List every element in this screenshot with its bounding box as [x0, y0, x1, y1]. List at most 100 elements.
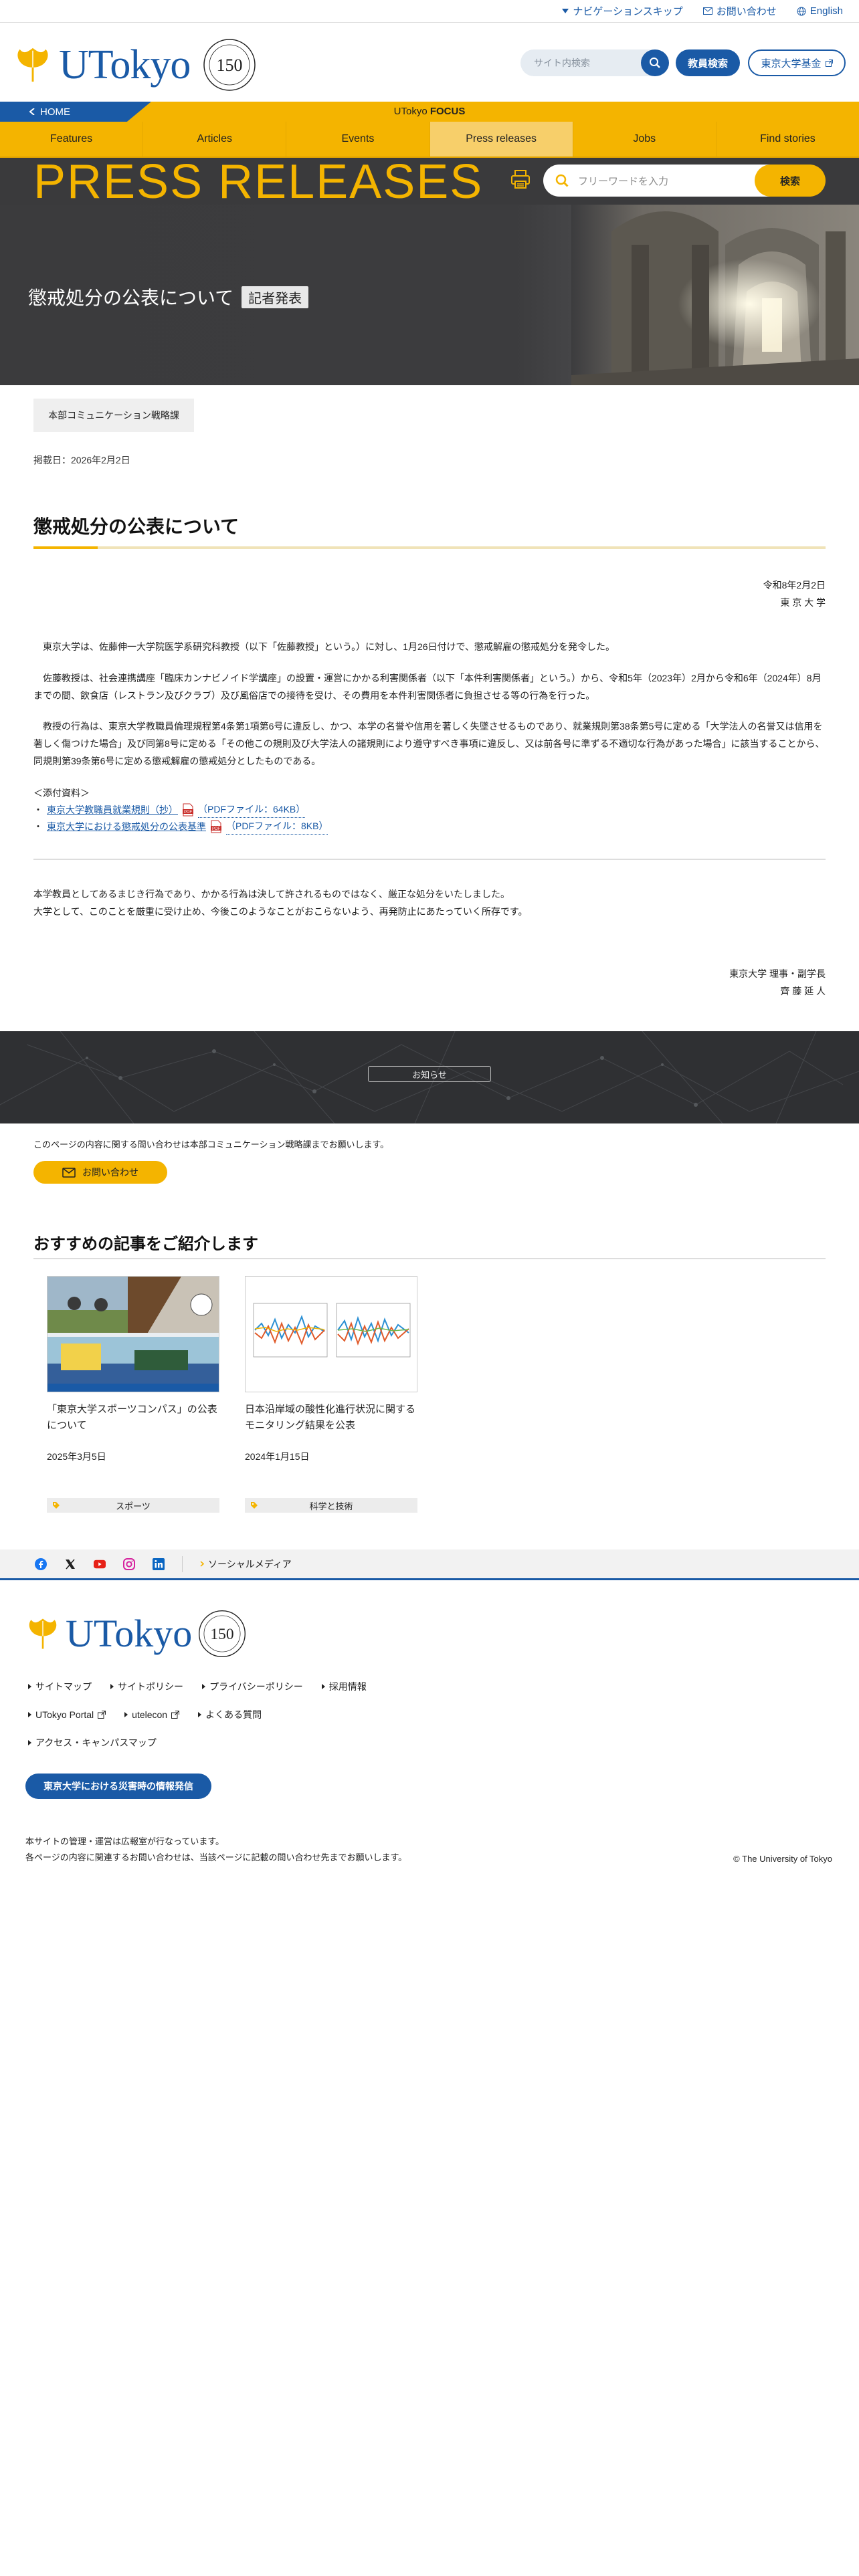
article-paragraph-2: 佐藤教授は、社会連携講座「臨床カンナビノイド学講座」の設置・運営にかかる利害関係… — [33, 673, 822, 701]
nav-item-events[interactable]: Events — [286, 122, 430, 156]
recommended-card[interactable]: 日本沿岸域の酸性化進行状況に関するモニタリング結果を公表 2024年1月15日 … — [245, 1276, 417, 1513]
footer-link[interactable]: サイトポリシー — [110, 1680, 183, 1693]
english-link[interactable]: English — [797, 5, 843, 17]
search-icon — [555, 174, 569, 187]
attachment-size: （PDFファイル：64KB） — [198, 801, 306, 818]
skip-nav-link[interactable]: ナビゲーションスキップ — [562, 4, 683, 18]
print-icon[interactable] — [510, 169, 531, 190]
press-conference-badge: 記者発表 — [242, 286, 309, 308]
nav-item-press-releases[interactable]: Press releases — [430, 122, 573, 156]
focus-bar: UTokyo FOCUS HOME — [0, 102, 859, 122]
social-media-label[interactable]: ソーシャルメディア — [200, 1558, 292, 1571]
triangle-bullet-icon — [321, 1684, 325, 1689]
article-hero: 懲戒処分の公表について 記者発表 — [0, 205, 859, 385]
footer-link[interactable]: UTokyo Portal — [28, 1708, 106, 1721]
svg-text:150: 150 — [217, 56, 243, 75]
attachment-link[interactable]: 東京大学教職員就業規則（抄） — [47, 802, 178, 818]
card-title: 日本沿岸域の酸性化進行状況に関するモニタリング結果を公表 — [245, 1404, 416, 1431]
article-dateline: 令和8年2月2日 東 京 大 学 — [763, 580, 826, 608]
home-link[interactable]: HOME — [0, 102, 151, 122]
nav-item-articles[interactable]: Articles — [143, 122, 287, 156]
attachments: ＜添付資料＞ ・ 東京大学教職員就業規則（抄） PDF （PDFファイル：64K… — [33, 785, 328, 835]
nav-item-jobs[interactable]: Jobs — [573, 122, 717, 156]
instagram-icon[interactable] — [123, 1558, 135, 1570]
chevron-left-icon — [29, 108, 35, 115]
attachment-size: （PDFファイル：8KB） — [226, 818, 328, 835]
attachment-row: ・ 東京大学における懲戒処分の公表基準 PDF （PDFファイル：8KB） — [33, 818, 328, 835]
footer-link[interactable]: プライバシーポリシー — [202, 1680, 303, 1693]
recommended-card[interactable]: 「東京大学スポーツコンパス」の公表について 2025年3月5日 スポーツ — [47, 1276, 219, 1513]
card-category[interactable]: 科学と技術 — [245, 1498, 417, 1513]
recommended-rule — [33, 1258, 826, 1259]
contact-note: このページの内容に関する問い合わせは本部コミュニケーション戦略課までお願いします… — [33, 1140, 389, 1150]
svg-text:PDF: PDF — [212, 827, 220, 831]
contact-link[interactable]: お問い合わせ — [702, 4, 777, 18]
card-date: 2024年1月15日 — [245, 1451, 310, 1462]
tag-icon — [53, 1502, 60, 1509]
article-divider — [33, 859, 826, 860]
signer: 東京大学 理事・副学長 齊 藤 延 人 — [729, 968, 826, 996]
triangle-bullet-icon — [28, 1684, 31, 1689]
footer-links-row-1: サイトマップ サイトポリシー プライバシーポリシー 採用情報 — [28, 1680, 367, 1693]
social-media-bar: ソーシャルメディア — [0, 1549, 859, 1580]
notice-band: お知らせ — [0, 1031, 859, 1123]
press-search-button[interactable]: 検索 — [755, 165, 826, 197]
hero-arcade-photo — [571, 205, 859, 385]
pdf-icon: PDF — [211, 820, 221, 833]
site-search-button[interactable] — [641, 49, 669, 76]
card-category[interactable]: スポーツ — [47, 1498, 219, 1513]
attachment-link[interactable]: 東京大学における懲戒処分の公表基準 — [47, 819, 206, 835]
svg-text:150: 150 — [211, 1626, 234, 1643]
external-link-icon — [98, 1711, 106, 1719]
department-tag[interactable]: 本部コミュニケーション戦略課 — [33, 399, 194, 432]
card-date: 2025年3月5日 — [47, 1451, 106, 1462]
footer-logo[interactable]: UTokyo 150 — [25, 1609, 247, 1658]
contact-button[interactable]: お問い合わせ — [33, 1161, 167, 1184]
main-nav: Features Articles Events Press releases Jobs… — [0, 122, 859, 158]
triangle-bullet-icon — [202, 1684, 205, 1689]
external-link-icon — [825, 59, 833, 67]
svg-text:PDF: PDF — [184, 811, 192, 815]
copyright: © The University of Tokyo — [733, 1854, 832, 1864]
mail-icon — [702, 7, 712, 15]
disaster-info-button[interactable]: 東京大学における災害時の情報発信 — [25, 1774, 211, 1799]
footer-link[interactable]: 採用情報 — [321, 1680, 367, 1693]
external-link-icon — [171, 1711, 180, 1719]
youtube-icon[interactable] — [94, 1558, 106, 1570]
article-paragraph-3: 教授の行為は、東京大学教職員倫理規程第4条第1項第6号に違反し、かつ、本学の名誉… — [33, 721, 825, 766]
notice-button[interactable]: お知らせ — [368, 1066, 491, 1082]
nav-item-find-stories[interactable]: Find stories — [717, 122, 859, 156]
recommended-heading: おすすめの記事をご紹介します — [33, 1235, 258, 1253]
chevron-right-icon — [200, 1561, 204, 1567]
footer-links-row-3: アクセス・キャンパスマップ — [28, 1736, 157, 1749]
facebook-icon[interactable] — [35, 1558, 47, 1570]
nav-item-features[interactable]: Features — [0, 122, 144, 156]
ginkgo-leaf-icon — [29, 1618, 57, 1649]
article-title: 懲戒処分の公表について — [33, 516, 240, 537]
caret-down-icon — [562, 8, 569, 13]
card-thumbnail — [245, 1276, 417, 1392]
utility-bar: ナビゲーションスキップ お問い合わせ English — [0, 0, 859, 23]
social-divider — [182, 1555, 183, 1572]
utokyo-logo[interactable]: UTokyo 150 — [13, 37, 257, 92]
triangle-bullet-icon — [110, 1684, 114, 1689]
footer-link[interactable]: サイトマップ — [28, 1680, 92, 1693]
x-icon[interactable] — [64, 1558, 76, 1570]
globe-icon — [797, 7, 806, 15]
tag-icon — [251, 1502, 258, 1509]
attachments-label: ＜添付資料＞ — [33, 788, 90, 798]
footer-link[interactable]: よくある質問 — [198, 1708, 262, 1721]
utokyo-fund-button[interactable]: 東京大学基金 — [748, 49, 846, 76]
faculty-search-button[interactable]: 教員検索 — [676, 49, 740, 76]
footer-link[interactable]: utelecon — [124, 1708, 180, 1721]
ginkgo-leaf-icon — [17, 47, 48, 82]
monitoring-chart-image — [246, 1277, 417, 1392]
press-releases-bar: PRESS RELEASES フリーワードを入力 検索 — [0, 158, 859, 206]
linkedin-icon[interactable] — [153, 1558, 165, 1570]
footer-links-row-2: UTokyo Portal utelecon よくある質問 — [28, 1708, 262, 1721]
card-title: 「東京大学スポーツコンパス」の公表について — [47, 1404, 217, 1431]
footer-wordmark: UTokyo — [66, 1612, 193, 1655]
search-icon — [650, 58, 660, 68]
triangle-bullet-icon — [28, 1712, 31, 1717]
footer-link[interactable]: アクセス・キャンパスマップ — [28, 1736, 157, 1749]
